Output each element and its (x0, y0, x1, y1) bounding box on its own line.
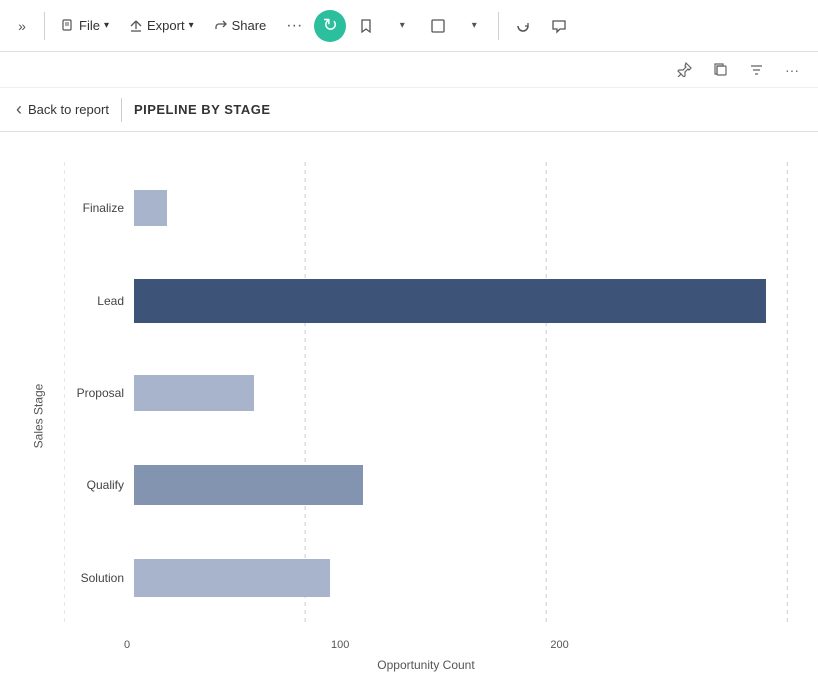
reload-icon (515, 18, 531, 34)
sub-more-icon: ··· (785, 62, 799, 78)
toolbar: » File ▾ Export ▾ Share ··· ↻ ▾ ▾ (0, 0, 818, 52)
file-button[interactable]: File ▾ (53, 14, 117, 37)
export-label: Export (147, 18, 185, 33)
back-chevron-icon: ‹ (16, 99, 22, 120)
x-tick-100: 100 (331, 639, 349, 651)
page-title: PIPELINE BY STAGE (134, 102, 271, 117)
toolbar-divider-1 (44, 12, 45, 40)
bookmark-chevron[interactable]: ▾ (386, 10, 418, 42)
comment-icon (551, 18, 567, 34)
bar-label-finalize: Finalize (64, 201, 124, 215)
bar-qualify (134, 465, 363, 505)
bar-row-solution: Solution (64, 552, 788, 604)
bar-track-qualify (134, 459, 788, 511)
x-axis-ticks: 0 100 200 300 (124, 639, 788, 651)
nav-divider (121, 98, 122, 122)
filter-button[interactable] (742, 56, 770, 84)
x-axis-title: Opportunity Count (377, 658, 474, 672)
refresh-icon: ↻ (323, 15, 338, 36)
bar-track-lead (134, 275, 788, 327)
bar-row-qualify: Qualify (64, 459, 788, 511)
copy-button[interactable] (706, 56, 734, 84)
bar-solution (134, 559, 330, 597)
copy-icon (713, 62, 728, 77)
bar-lead (134, 279, 766, 323)
layout-chevron[interactable]: ▾ (458, 10, 490, 42)
layout-icon (430, 18, 446, 34)
back-label: Back to report (28, 102, 109, 117)
bar-track-finalize (134, 182, 788, 234)
x-tick-0: 0 (124, 639, 130, 651)
reload-button[interactable] (507, 10, 539, 42)
toolbar-divider-2 (498, 12, 499, 40)
refresh-button[interactable]: ↻ (314, 10, 346, 42)
bar-row-proposal: Proposal (64, 367, 788, 419)
file-chevron: ▾ (104, 20, 109, 31)
export-button[interactable]: Export ▾ (121, 14, 202, 37)
bar-proposal (134, 375, 254, 411)
x-axis-label: Opportunity Count (64, 656, 788, 674)
back-to-report-button[interactable]: ‹ Back to report (16, 99, 109, 120)
share-label: Share (232, 18, 267, 33)
bar-label-lead: Lead (64, 294, 124, 308)
file-label: File (79, 18, 100, 33)
bar-track-solution (134, 552, 788, 604)
bar-label-proposal: Proposal (64, 386, 124, 400)
chart-inner: Sales Stage Finalize (20, 152, 788, 679)
chart-container: Sales Stage Finalize (0, 132, 818, 689)
bar-finalize (134, 190, 167, 226)
bar-label-qualify: Qualify (64, 478, 124, 492)
layout-button[interactable] (422, 10, 454, 42)
more-icon: ··· (286, 17, 302, 35)
x-tick-200: 200 (550, 639, 568, 651)
sub-toolbar: ··· (0, 52, 818, 88)
pin-button[interactable] (670, 56, 698, 84)
share-icon (214, 19, 228, 33)
file-icon (61, 19, 75, 33)
more-options-button[interactable]: ··· (278, 10, 310, 42)
bars-area: Finalize Lead Proposal (64, 162, 788, 624)
bar-label-solution: Solution (64, 571, 124, 585)
pin-icon (677, 62, 692, 77)
export-icon (129, 19, 143, 33)
bookmark-button[interactable] (350, 10, 382, 42)
expand-icon: » (18, 18, 26, 34)
filter-icon (749, 62, 764, 77)
expand-panel-button[interactable]: » (8, 12, 36, 40)
bookmark-icon (358, 18, 374, 34)
comment-button[interactable] (543, 10, 575, 42)
share-button[interactable]: Share (206, 14, 275, 37)
bar-row-finalize: Finalize (64, 182, 788, 234)
bar-track-proposal (134, 367, 788, 419)
export-chevron: ▾ (189, 20, 194, 31)
bar-row-lead: Lead (64, 275, 788, 327)
sub-more-button[interactable]: ··· (778, 56, 806, 84)
nav-bar: ‹ Back to report PIPELINE BY STAGE (0, 88, 818, 132)
